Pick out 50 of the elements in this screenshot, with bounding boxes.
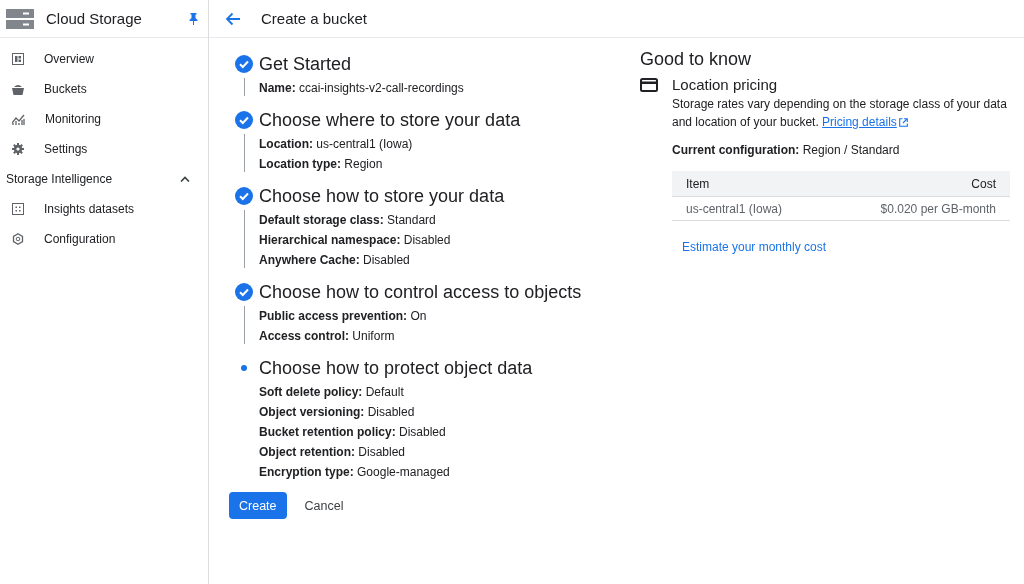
- step-title: Get Started: [259, 53, 353, 76]
- sidebar-item[interactable]: Buckets: [0, 74, 208, 104]
- settings-icon: [12, 233, 24, 245]
- grid-icon: [12, 203, 24, 215]
- step-detail: Soft delete policy: Default: [259, 384, 405, 401]
- pin-icon[interactable]: [189, 12, 198, 25]
- step-detail: Name: ccai-insights-v2-call-recordings: [259, 80, 465, 97]
- table-cell: us-central1 (Iowa): [672, 196, 829, 221]
- estimate-link[interactable]: Estimate your monthly cost: [682, 240, 1010, 254]
- column-header: Cost: [828, 171, 1010, 197]
- step-detail: Hierarchical namespace: Disabled: [259, 232, 452, 249]
- section-title: Location pricing: [672, 76, 778, 93]
- table-cell: $0.020 per GB-month: [828, 196, 1010, 221]
- dashboard-icon: [12, 53, 24, 65]
- product-title: Cloud Storage: [46, 10, 143, 27]
- sidebar-item[interactable]: Monitoring: [0, 104, 208, 134]
- settings-icon: [12, 143, 24, 155]
- sidebar-item[interactable]: Insights datasets: [0, 194, 208, 224]
- step-detail: Anywhere Cache: Disabled: [259, 252, 411, 269]
- chart-icon: [12, 113, 25, 125]
- step-detail: Object retention: Disabled: [259, 444, 407, 461]
- step-detail: Default storage class: Standard: [259, 212, 437, 229]
- page-title: Create a bucket: [261, 10, 367, 27]
- sidebar-item[interactable]: Settings: [0, 134, 208, 164]
- step-detail: Bucket retention policy: Disabled: [259, 424, 447, 441]
- back-arrow-icon[interactable]: [225, 11, 241, 26]
- step-detail: Access control: Uniform: [259, 328, 396, 345]
- step-title: Choose how to control access to objects: [259, 281, 583, 304]
- storage-logo-icon: [6, 8, 34, 29]
- card-icon: [640, 77, 658, 92]
- cancel-button[interactable]: Cancel: [294, 492, 354, 519]
- create-button[interactable]: Create: [229, 492, 287, 519]
- current-configuration: Current configuration: Region / Standard: [672, 143, 901, 157]
- step-title: Choose where to store your data: [259, 109, 522, 132]
- external-link-icon: [898, 117, 908, 127]
- bucket-icon: [12, 83, 24, 95]
- sidebar-item[interactable]: Overview: [0, 44, 208, 74]
- step-detail: Encryption type: Google-managed: [259, 464, 451, 481]
- step-detail: Location type: Region: [259, 156, 384, 173]
- step-title: Choose how to store your data: [259, 185, 506, 208]
- section-header[interactable]: Storage Intelligence: [0, 164, 208, 194]
- pricing-link[interactable]: Pricing details: [822, 113, 908, 131]
- pricing-description: Storage rates vary depending on the storage class of your data and location of your bucket. Pricing details: [672, 96, 1008, 131]
- step-title: Choose how to protect object data: [259, 357, 534, 380]
- step-detail: Public access prevention: On: [259, 308, 428, 325]
- info-title: Good to know: [640, 49, 753, 70]
- step-detail: Location: us-central1 (Iowa): [259, 136, 414, 153]
- step-detail: Object versioning: Disabled: [259, 404, 416, 421]
- sidebar-item[interactable]: Configuration: [0, 224, 208, 254]
- column-header: Item: [672, 171, 829, 197]
